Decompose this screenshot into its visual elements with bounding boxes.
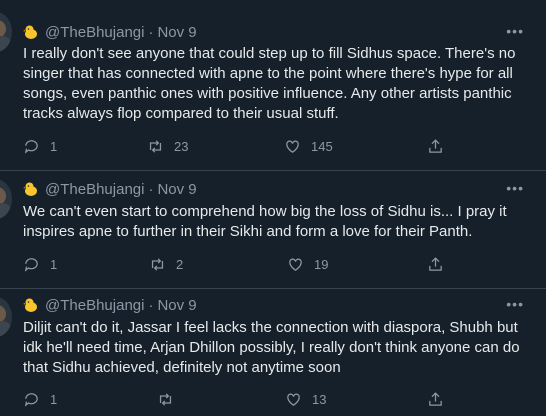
tweet[interactable]: @TheBhujangi · Nov 9 ••• I really don't … bbox=[0, 0, 546, 170]
share-button[interactable] bbox=[427, 136, 454, 156]
more-icon[interactable]: ••• bbox=[506, 181, 524, 195]
retweet-icon bbox=[159, 392, 172, 406]
retweet-icon bbox=[149, 139, 162, 153]
more-icon[interactable]: ••• bbox=[506, 297, 524, 311]
tweet[interactable]: @TheBhujangi · Nov 9 ••• We can't even s… bbox=[0, 171, 546, 288]
tweet-header: @TheBhujangi · Nov 9 bbox=[23, 179, 197, 199]
retweet-button[interactable]: 23 bbox=[147, 136, 188, 156]
tweet-date[interactable]: Nov 9 bbox=[157, 181, 196, 198]
reply-button[interactable]: 1 bbox=[23, 389, 57, 409]
tweet-actions: 1 23 145 bbox=[23, 136, 523, 156]
author-handle[interactable]: @TheBhujangi bbox=[45, 24, 144, 41]
retweet-count: 2 bbox=[176, 256, 184, 272]
share-icon bbox=[429, 138, 442, 153]
reply-button[interactable]: 1 bbox=[23, 254, 57, 274]
separator-dot: · bbox=[148, 296, 154, 314]
tweet[interactable]: @TheBhujangi · Nov 9 ••• Diljit can't do… bbox=[0, 289, 546, 416]
tweet-actions: 1 2 19 bbox=[23, 254, 523, 274]
heart-icon bbox=[289, 258, 302, 271]
chick-emoji-icon bbox=[23, 298, 37, 312]
reply-count: 1 bbox=[50, 138, 58, 154]
reply-icon bbox=[24, 392, 38, 407]
like-button[interactable]: 145 bbox=[284, 136, 333, 156]
like-count: 13 bbox=[312, 391, 327, 407]
like-button[interactable]: 19 bbox=[287, 254, 328, 274]
reply-count: 1 bbox=[50, 256, 58, 272]
tweet-text: I really don't see anyone that could ste… bbox=[23, 45, 516, 122]
author-handle[interactable]: @TheBhujangi bbox=[45, 297, 144, 314]
separator-dot: · bbox=[148, 23, 154, 41]
retweet-icon bbox=[151, 257, 164, 271]
separator-dot: · bbox=[148, 180, 154, 198]
retweet-button[interactable] bbox=[157, 389, 184, 409]
reply-count: 1 bbox=[50, 391, 58, 407]
author-handle[interactable]: @TheBhujangi bbox=[45, 181, 144, 198]
reply-icon bbox=[24, 257, 38, 272]
avatar[interactable] bbox=[0, 179, 12, 219]
tweet-header: @TheBhujangi · Nov 9 bbox=[23, 295, 197, 315]
like-count: 19 bbox=[314, 256, 329, 272]
tweet-text: We can't even start to comprehend how bi… bbox=[23, 203, 507, 240]
tweet-actions: 1 13 bbox=[23, 389, 523, 409]
retweet-count: 23 bbox=[174, 138, 189, 154]
reply-icon bbox=[24, 139, 38, 154]
heart-icon bbox=[286, 140, 299, 153]
share-icon bbox=[429, 256, 442, 271]
share-button[interactable] bbox=[427, 254, 454, 274]
tweet-header: @TheBhujangi · Nov 9 bbox=[23, 22, 197, 42]
chick-emoji-icon bbox=[23, 25, 37, 39]
retweet-button[interactable]: 2 bbox=[149, 254, 183, 274]
like-button[interactable]: 13 bbox=[285, 389, 326, 409]
tweet-date[interactable]: Nov 9 bbox=[157, 297, 196, 314]
avatar[interactable] bbox=[0, 297, 12, 337]
reply-button[interactable]: 1 bbox=[23, 136, 57, 156]
share-icon bbox=[429, 391, 442, 406]
avatar[interactable] bbox=[0, 12, 12, 52]
chick-emoji-icon bbox=[23, 182, 37, 196]
more-icon[interactable]: ••• bbox=[506, 24, 524, 38]
tweet-date[interactable]: Nov 9 bbox=[157, 24, 196, 41]
share-button[interactable] bbox=[427, 389, 454, 409]
like-count: 145 bbox=[311, 138, 333, 154]
tweet-text: Diljit can't do it, Jassar I feel lacks … bbox=[23, 319, 520, 376]
heart-icon bbox=[287, 393, 300, 406]
